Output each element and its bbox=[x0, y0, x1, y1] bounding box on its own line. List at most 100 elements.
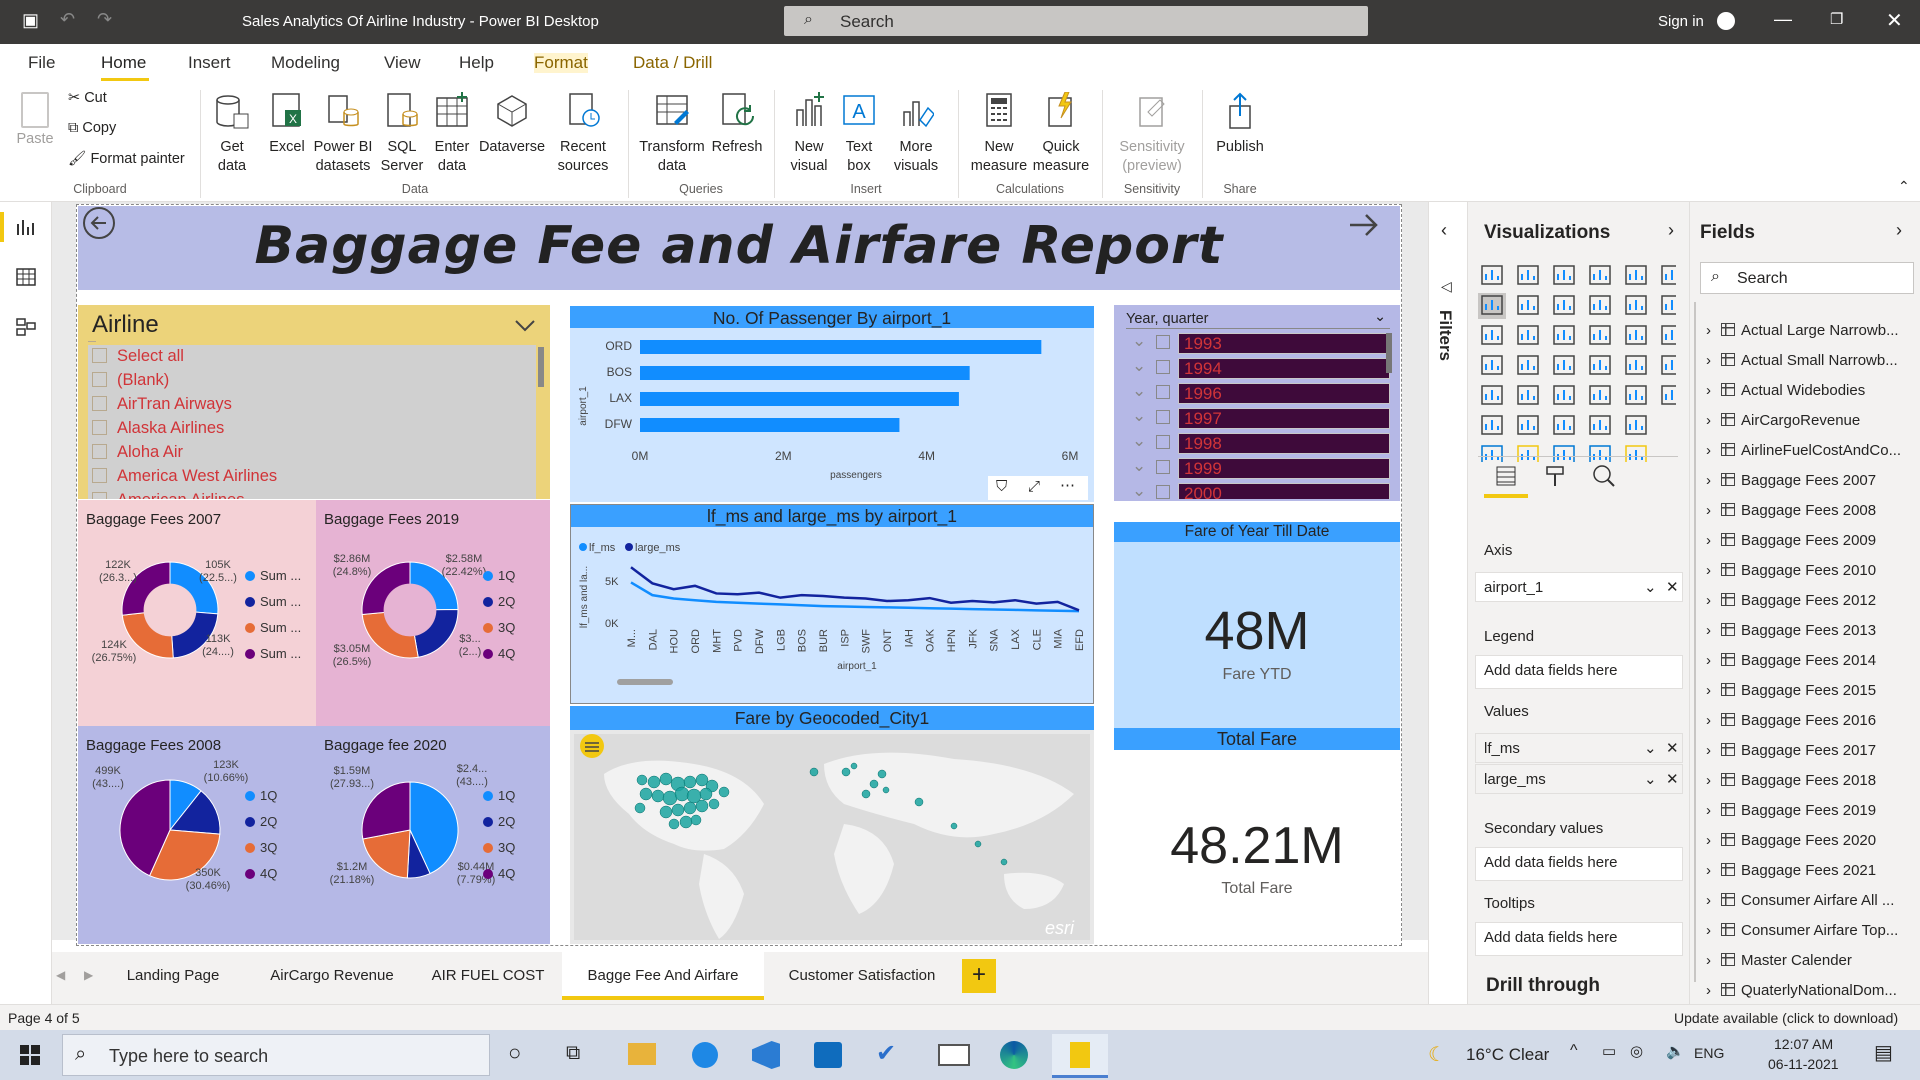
restore-icon[interactable]: ❐ bbox=[1830, 10, 1843, 28]
avatar[interactable] bbox=[1717, 12, 1735, 30]
filter-icon[interactable]: ⛉ bbox=[996, 478, 1007, 495]
publish-button[interactable]: Publish bbox=[1210, 92, 1270, 157]
refresh-button[interactable]: Refresh bbox=[710, 92, 764, 157]
chevron-right-icon[interactable]: › bbox=[1706, 472, 1711, 489]
tab-file[interactable]: File bbox=[28, 53, 55, 73]
chevron-right-icon[interactable]: › bbox=[1706, 922, 1711, 939]
slicer-item[interactable]: Alaska Airlines bbox=[92, 419, 224, 438]
chevron-down-icon[interactable] bbox=[514, 319, 536, 333]
map-menu-icon[interactable] bbox=[580, 734, 604, 758]
app-icon[interactable] bbox=[692, 1042, 718, 1068]
field-table-item[interactable]: › AirCargoRevenue bbox=[1706, 412, 1860, 429]
filters-pane[interactable]: ‹ ◁ Filters bbox=[1428, 202, 1468, 1028]
year-quarter-slicer[interactable]: Year, quarter ⌄ ⌄ 1993 ⌄ 1994 ⌄ 1996 ⌄ 1997 ⌄… bbox=[1114, 305, 1400, 501]
edge-icon[interactable] bbox=[1000, 1041, 1028, 1069]
checkbox[interactable] bbox=[92, 444, 107, 459]
pie-chart-2020[interactable]: Baggage fee 2020$2.4...(43....)$0.44M(7.… bbox=[316, 726, 550, 944]
power-bi-datasets-button[interactable]: Power BI datasets bbox=[312, 92, 374, 176]
tab-modeling[interactable]: Modeling bbox=[271, 53, 340, 73]
save-icon[interactable]: ▣ bbox=[22, 10, 39, 31]
field-table-item[interactable]: › Baggage Fees 2013 bbox=[1706, 622, 1876, 639]
chevron-right-icon[interactable]: › bbox=[1706, 352, 1711, 369]
quick-measure-button[interactable]: Quick measure bbox=[1030, 91, 1092, 176]
scrollbar[interactable] bbox=[1386, 333, 1392, 373]
lfms-line-chart[interactable]: lf_ms large_ms 0K 5K M... DAL HOU ORD MHT PVD DFW L… bbox=[571, 527, 1093, 703]
field-table-item[interactable]: › Baggage Fees 2012 bbox=[1706, 592, 1876, 609]
chevron-right-icon[interactable]: › bbox=[1706, 952, 1711, 969]
format-paint-icon[interactable] bbox=[1544, 464, 1568, 488]
legend-well[interactable]: Add data fields here bbox=[1475, 655, 1683, 689]
expand-icon[interactable]: ⌄ bbox=[1132, 456, 1146, 476]
airline-slicer[interactable]: Airline Select all (Blank) AirTran Airwa… bbox=[78, 305, 550, 499]
excel-button[interactable]: X Excel bbox=[266, 92, 308, 157]
chevron-right-icon[interactable]: › bbox=[1668, 220, 1674, 241]
chevron-right-icon[interactable]: › bbox=[1896, 220, 1902, 241]
bar[interactable] bbox=[640, 366, 970, 380]
slicer-item[interactable]: ⌄ 1993 bbox=[1128, 331, 1390, 354]
collapse-ribbon-icon[interactable]: ⌃ bbox=[1898, 178, 1910, 195]
sign-in-link[interactable]: Sign in bbox=[1658, 13, 1704, 30]
values-well-item[interactable]: lf_ms ⌄ ✕ bbox=[1475, 733, 1683, 763]
update-link[interactable]: Update available (click to download) bbox=[1674, 1010, 1898, 1026]
powerbi-taskbar-button[interactable] bbox=[1052, 1034, 1108, 1078]
field-table-item[interactable]: › Baggage Fees 2010 bbox=[1706, 562, 1876, 579]
field-table-item[interactable]: › Actual Small Narrowb... bbox=[1706, 352, 1898, 369]
copy-button[interactable]: ⧉ Copy bbox=[68, 120, 116, 136]
field-table-item[interactable]: › Baggage Fees 2019 bbox=[1706, 802, 1876, 819]
slicer-item[interactable]: ⌄ 1994 bbox=[1128, 356, 1390, 379]
tooltips-well[interactable]: Add data fields here bbox=[1475, 922, 1683, 956]
ribbon-chart-icon[interactable] bbox=[1661, 295, 1676, 315]
slicer-item[interactable]: ⌄ 1999 bbox=[1128, 456, 1390, 479]
slicer-item[interactable]: Aloha Air bbox=[92, 443, 183, 462]
chevron-right-icon[interactable]: › bbox=[1706, 712, 1711, 729]
paste-button[interactable]: Paste bbox=[14, 92, 56, 149]
expand-icon[interactable]: ⌄ bbox=[1132, 331, 1146, 351]
chevron-right-icon[interactable]: › bbox=[1706, 832, 1711, 849]
volume-icon[interactable]: 🔈 bbox=[1666, 1042, 1685, 1060]
field-table-item[interactable]: › Consumer Airfare All ... bbox=[1706, 892, 1894, 909]
tab-home[interactable]: Home bbox=[101, 53, 146, 73]
visual-type-grid[interactable] bbox=[1476, 262, 1676, 462]
task-view-icon[interactable]: ⧉ bbox=[566, 1042, 580, 1065]
get-data-button[interactable]: Get data bbox=[210, 92, 254, 176]
slicer-item[interactable]: America West Airlines bbox=[92, 467, 277, 486]
remove-icon[interactable]: ✕ bbox=[1666, 770, 1679, 788]
chevron-right-icon[interactable]: › bbox=[1706, 532, 1711, 549]
expand-icon[interactable]: ⌄ bbox=[1132, 483, 1146, 499]
chevron-right-icon[interactable]: › bbox=[1706, 742, 1711, 759]
checkbox[interactable] bbox=[92, 372, 107, 387]
chevron-down-icon[interactable]: ⌄ bbox=[1644, 770, 1657, 788]
pie-chart-2019[interactable]: Baggage Fees 2019 $2.86M(24.8%) $2.58M(22.… bbox=[316, 500, 550, 726]
field-table-item[interactable]: › Master Calender bbox=[1706, 952, 1852, 969]
100-column-icon[interactable] bbox=[1661, 265, 1676, 285]
remove-icon[interactable]: ✕ bbox=[1666, 578, 1679, 596]
pie-chart-2008[interactable]: Baggage Fees 2008 123K(10.66%) 350K(30.46%… bbox=[78, 726, 316, 944]
slicer-item[interactable]: (Blank) bbox=[92, 371, 169, 390]
todo-icon[interactable]: ✔ bbox=[876, 1042, 904, 1068]
new-visual-button[interactable]: New visual bbox=[784, 92, 834, 176]
bar[interactable] bbox=[640, 418, 900, 432]
chevron-right-icon[interactable]: › bbox=[1706, 322, 1711, 339]
field-table-item[interactable]: › Actual Large Narrowb... bbox=[1706, 322, 1899, 339]
year-slicer-header[interactable]: Year, quarter ⌄ bbox=[1126, 309, 1390, 329]
pie-slice[interactable] bbox=[361, 781, 411, 840]
slicer-item[interactable]: American Airlines bbox=[92, 491, 244, 499]
fields-tab-icon[interactable] bbox=[1494, 464, 1518, 488]
key-influencers-icon[interactable] bbox=[1661, 385, 1676, 405]
language-indicator[interactable]: ENG bbox=[1694, 1045, 1724, 1061]
axis-well[interactable]: airport_1 ⌄ ✕ bbox=[1475, 572, 1683, 602]
slicer-item[interactable]: Select all bbox=[92, 347, 184, 366]
chevron-right-icon[interactable]: › bbox=[1706, 802, 1711, 819]
new-measure-button[interactable]: New measure bbox=[968, 92, 1030, 176]
vscode-icon[interactable] bbox=[752, 1041, 780, 1069]
chevron-right-icon[interactable]: › bbox=[1706, 412, 1711, 429]
chevron-down-icon[interactable]: ⌄ bbox=[1644, 739, 1657, 757]
field-table-item[interactable]: › Baggage Fees 2018 bbox=[1706, 772, 1876, 789]
field-table-item[interactable]: › AirlineFuelCostAndCo... bbox=[1706, 442, 1901, 459]
field-table-item[interactable]: › Baggage Fees 2021 bbox=[1706, 862, 1876, 879]
battery-icon[interactable]: ▭ bbox=[1602, 1042, 1616, 1060]
search-input[interactable]: ⌕ Search bbox=[784, 6, 1368, 36]
chevron-left-icon[interactable]: ‹ bbox=[1441, 220, 1447, 241]
chevron-right-icon[interactable]: › bbox=[1706, 562, 1711, 579]
weather-icon[interactable]: ☾ bbox=[1428, 1042, 1446, 1067]
